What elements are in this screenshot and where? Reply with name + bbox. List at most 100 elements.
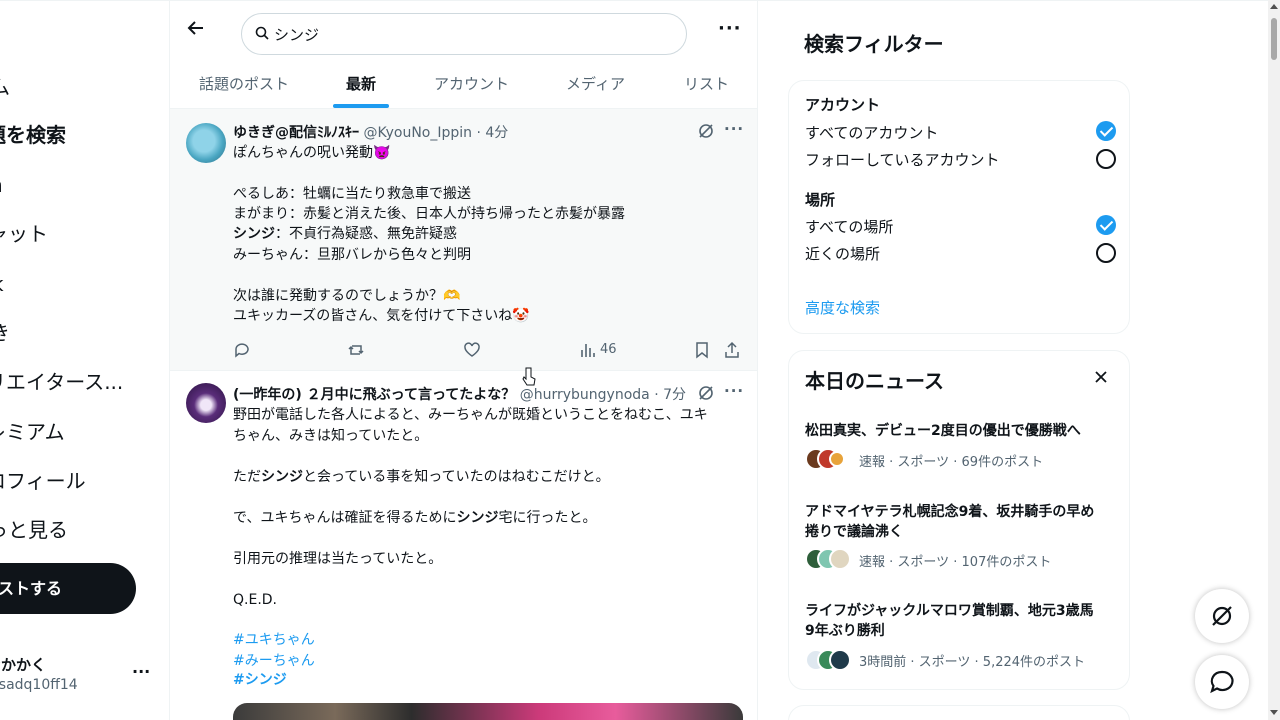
scroll-down-arrow-icon[interactable] [1270,710,1278,715]
hashtag-link[interactable]: #みーちゃん [233,651,315,671]
nav-more[interactable]: っと見る [0,515,68,545]
news-headline[interactable]: アドマイヤテラ札幌記念9着、坂井騎手の早め 捲りで議論沸く [805,502,1115,542]
post-text-line: ユキッカーズの皆さん、気を付けて下さいね🤡 [233,308,530,324]
tab-top[interactable]: 話題のポスト [199,73,289,94]
like-icon[interactable] [463,341,481,359]
nav-grok-label: k [0,272,4,296]
search-icon [255,26,269,40]
back-arrow-icon[interactable] [186,18,210,42]
radio-all-accounts[interactable] [1096,121,1116,141]
advanced-search-link[interactable]: 高度な検索 [805,297,880,318]
grok-icon[interactable] [697,122,715,140]
avatar[interactable] [186,383,226,423]
post-header: ゆきぎ@配信ﾐﾙﾉｽｷｰ @KyouNo_Ippin · 4分 [233,122,508,142]
search-box[interactable] [241,13,687,55]
search-input[interactable] [274,24,664,44]
grok-fab-button[interactable] [1195,589,1249,643]
news-meta: 速報 · スポーツ · 69件のポスト [859,455,1044,470]
share-icon[interactable] [723,341,741,359]
filter-option-following[interactable]: フォローしているアカウント [805,149,1000,170]
hashtag-link[interactable]: #シンジ [233,670,287,690]
active-tab-indicator [333,104,389,108]
post-text-line: ぽんちゃんの呪い発動👿 [233,145,391,161]
filter-option-all-places[interactable]: すべての場所 [805,216,893,237]
tab-media[interactable]: メディア [566,73,625,94]
post-text-line: まがまり：赤髪と消えた後、日本人が持ち帰ったと赤髪が暴露 [233,206,625,222]
grok-icon [1212,606,1232,626]
page-scrollbar[interactable] [1268,0,1280,720]
post-actions: 46 [233,341,743,361]
post[interactable]: ゆきぎ@配信ﾐﾙﾉｽｷｰ @KyouNo_Ippin · 4分 ··· ぽんちゃ… [170,109,757,386]
post-text-line: Q.E.D. [233,592,277,608]
account-name[interactable]: ンかかく [0,654,46,675]
nav-chat-label: ャット [0,222,48,246]
nav-bookmarks[interactable]: き [0,318,10,348]
avatar [829,451,845,467]
post-text-fragment: ：不貞行為疑惑、無免許疑惑 [275,226,457,242]
repost-icon[interactable] [347,341,365,359]
nav-profile[interactable]: ロフィール [0,466,86,496]
avatar [829,548,851,570]
views-count: 46 [600,342,617,357]
next-sidebar-card [788,705,1130,720]
filter-place-heading: 場所 [805,191,836,209]
news-meta: 速報 · スポーツ · 107件のポスト [859,555,1052,570]
search-more-icon[interactable]: ··· [718,18,742,39]
post-text-line: で、ユキちゃんは確証を得るためにシンジ宅に行ったと。 [233,508,596,528]
nav-notifications-label: n [0,173,3,197]
filter-option-near-places[interactable]: 近くの場所 [805,243,880,264]
nav-bookmarks-label: き [0,321,10,345]
account-handle[interactable]: gisadq10ff14 [0,677,78,693]
nav-creator-studio-label: リエイタース... [0,370,124,394]
post-author-name[interactable]: ゆきぎ@配信ﾐﾙﾉｽｷｰ [233,125,359,141]
messages-fab-button[interactable] [1195,655,1249,709]
left-nav: ム 題を検索 n ャット k き リエイタース... レミアム ロフィール っと… [0,0,170,720]
post-more-icon[interactable]: ··· [724,120,744,138]
post-text-line: 野田が電話した各人によると、みーちゃんが既婚ということをねむこ、ユキ [233,407,708,423]
post-button[interactable]: ストする [0,563,136,614]
post-text-fragment: で、ユキちゃんは確証を得るために [233,510,457,526]
post[interactable]: (一昨年の) ２月中に飛ぶって言ってたよな？ @hurrybungynoda ·… [170,371,757,720]
nav-grok[interactable]: k [0,269,4,299]
post-text-line: 引用元の推理は当たっていたと。 [233,551,443,567]
nav-home[interactable]: ム [0,72,10,102]
radio-near-places[interactable] [1096,243,1116,263]
views-icon[interactable] [579,341,597,359]
post-text-line: 次は誰に発動するのでしょうか？🫶 [233,288,461,304]
bookmark-icon[interactable] [693,341,711,359]
nav-notifications[interactable]: n [0,170,3,200]
news-headline-text: 捲りで議論沸く [805,524,903,540]
scrollbar-thumb[interactable] [1271,18,1277,60]
avatar [829,649,851,671]
radio-following[interactable] [1096,149,1116,169]
reply-icon[interactable] [233,341,251,359]
news-headline[interactable]: ライフがジャックルマロワ賞制覇、地元3歳馬 9年ぶり勝利 [805,601,1115,641]
post-more-icon[interactable]: ··· [724,382,744,400]
post-media-image[interactable] [233,703,743,720]
filter-option-all-accounts[interactable]: すべてのアカウント [805,122,938,143]
avatar[interactable] [186,123,226,163]
news-avatars [805,548,853,570]
radio-all-places[interactable] [1096,215,1116,235]
tab-latest[interactable]: 最新 [346,73,376,94]
tab-lists[interactable]: リスト [684,73,729,94]
nav-explore[interactable]: 題を検索 [0,120,66,150]
scroll-up-arrow-icon[interactable] [1270,4,1278,9]
filter-title: 検索フィルター [804,32,944,56]
news-card: 本日のニュース 松田真実、デビュー2度目の優出で優勝戦へ 速報 · スポーツ ·… [788,350,1130,690]
nav-chat[interactable]: ャット [0,219,48,249]
grok-icon[interactable] [697,384,715,402]
nav-creator-studio[interactable]: リエイタース... [0,367,123,397]
news-headline[interactable]: 松田真実、デビュー2度目の優出で優勝戦へ [805,421,1115,441]
close-icon[interactable] [1091,367,1111,387]
tab-accounts[interactable]: アカウント [434,73,509,94]
post-author-name[interactable]: (一昨年の) ２月中に飛ぶって言ってたよな？ [233,387,515,403]
nav-premium-label: レミアム [0,420,65,444]
post-author-handle[interactable]: @KyouNo_Ippin · 4分 [363,125,508,141]
post-author-handle[interactable]: @hurrybungynoda · 7分 [520,387,686,403]
keyword-highlight: シンジ [261,469,303,485]
nav-premium[interactable]: レミアム [0,417,65,447]
post-text-line: みーちゃん：旦那バレから色々と判明 [233,247,471,263]
hashtag-link[interactable]: #ユキちゃん [233,630,315,650]
account-more-icon[interactable]: ··· [132,662,150,681]
